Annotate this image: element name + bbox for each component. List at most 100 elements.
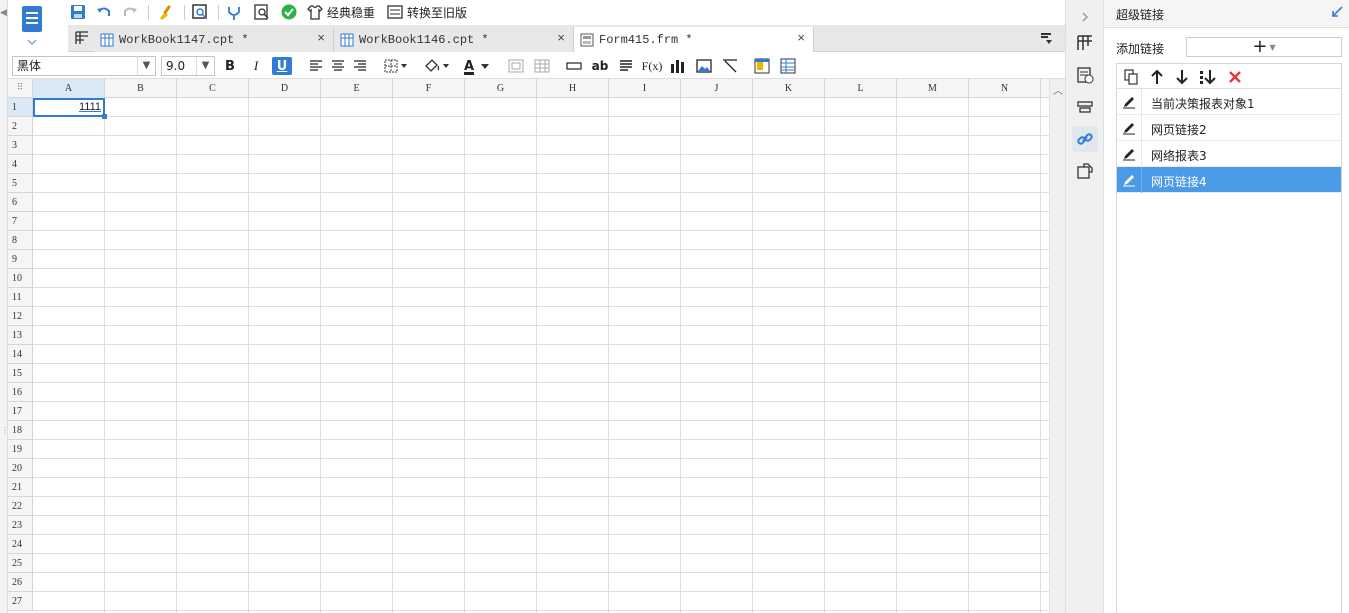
text-field-button[interactable]	[564, 57, 584, 75]
row-header[interactable]: 20	[8, 459, 33, 478]
border-button[interactable]	[382, 57, 412, 75]
row-header[interactable]: 27	[8, 592, 33, 611]
save-button[interactable]	[68, 3, 88, 21]
cell-attribute-icon[interactable]	[1072, 62, 1098, 88]
select-all-corner[interactable]: ⠿	[8, 79, 33, 98]
align-left-button[interactable]	[306, 57, 326, 75]
row-header[interactable]: 25	[8, 554, 33, 573]
convert-old-button[interactable]: 转换至旧版	[386, 3, 476, 21]
column-header[interactable]: A	[33, 79, 105, 98]
merge-cells-button[interactable]	[506, 57, 526, 75]
column-header[interactable]: N	[969, 79, 1041, 98]
cell-element-icon[interactable]	[72, 29, 92, 47]
row-header[interactable]: 16	[8, 383, 33, 402]
paragraph-button[interactable]	[616, 57, 636, 75]
row-header[interactable]: 26	[8, 573, 33, 592]
plugin-button[interactable]	[224, 3, 244, 21]
column-header[interactable]: M	[897, 79, 969, 98]
row-header[interactable]: 21	[8, 478, 33, 497]
collapse-left-icon[interactable]: ◀	[0, 8, 7, 18]
format-painter-button[interactable]	[156, 3, 176, 21]
condition-attribute-icon[interactable]	[1072, 158, 1098, 184]
cell-element-icon[interactable]	[1072, 30, 1098, 56]
move-down-icon[interactable]	[1172, 67, 1192, 87]
scroll-up-icon[interactable]: ︿	[1053, 82, 1063, 97]
row-header[interactable]: 5	[8, 174, 33, 193]
vertical-scrollbar[interactable]: ︿	[1049, 79, 1065, 613]
add-link-dropdown[interactable]: + ▼	[1186, 37, 1342, 57]
align-center-button[interactable]	[328, 57, 348, 75]
align-right-button[interactable]	[350, 57, 370, 75]
italic-button[interactable]: I	[246, 57, 266, 75]
sort-icon[interactable]	[1198, 67, 1218, 87]
check-icon[interactable]	[279, 3, 299, 21]
close-icon[interactable]: ×	[797, 31, 805, 46]
row-header[interactable]: 13	[8, 326, 33, 345]
hyperlink-list-item[interactable]: 当前决策报表对象1	[1117, 89, 1341, 115]
row-header[interactable]: 2	[8, 117, 33, 136]
font-family-select[interactable]: 黑体 ▼	[12, 56, 156, 76]
column-header[interactable]: F	[393, 79, 465, 98]
row-header[interactable]: 22	[8, 497, 33, 516]
close-icon[interactable]: ×	[557, 31, 565, 46]
tab-workbook1147[interactable]: WorkBook1147.cpt * ×	[94, 27, 334, 52]
pencil-icon[interactable]	[1117, 167, 1142, 193]
fill-handle[interactable]	[102, 114, 107, 119]
copy-icon[interactable]	[1121, 67, 1141, 87]
spreadsheet-grid[interactable]: ⠿ ABCDEFGHIJKLMN 1 2 3 4 5 6 7 8 9 10 11 12 13 14 15 16…	[8, 79, 1049, 613]
row-header[interactable]: 11	[8, 288, 33, 307]
pencil-icon[interactable]	[1117, 141, 1142, 167]
row-header[interactable]: 24	[8, 535, 33, 554]
column-header[interactable]: G	[465, 79, 537, 98]
cell-area[interactable]	[33, 98, 1049, 613]
row-header[interactable]: 4	[8, 155, 33, 174]
formula-button[interactable]: F(x)	[640, 57, 664, 75]
unmerge-cells-button[interactable]	[532, 57, 552, 75]
pencil-icon[interactable]	[1117, 115, 1142, 141]
row-header[interactable]: 9	[8, 250, 33, 269]
column-header[interactable]: B	[105, 79, 177, 98]
column-header[interactable]: I	[609, 79, 681, 98]
collapse-panel-icon[interactable]	[1330, 5, 1344, 22]
row-header[interactable]: 8	[8, 231, 33, 250]
underline-button[interactable]: U	[272, 57, 292, 75]
column-header[interactable]: C	[177, 79, 249, 98]
delete-icon[interactable]	[1225, 67, 1245, 87]
hyperlink-icon[interactable]	[1072, 126, 1098, 152]
row-header[interactable]: 1	[8, 98, 33, 117]
row-header[interactable]: 18	[8, 421, 33, 440]
chart-insert-button[interactable]	[668, 57, 688, 75]
row-header[interactable]: 17	[8, 402, 33, 421]
row-header[interactable]: 10	[8, 269, 33, 288]
row-header[interactable]: 23	[8, 516, 33, 535]
column-header[interactable]: H	[537, 79, 609, 98]
row-header[interactable]: 6	[8, 193, 33, 212]
classic-style-button[interactable]: 经典稳重	[306, 3, 382, 21]
left-collapse-gutter[interactable]: ◀ ⋮	[0, 0, 9, 613]
column-header[interactable]: K	[753, 79, 825, 98]
column-header[interactable]: L	[825, 79, 897, 98]
tab-workbook1146[interactable]: WorkBook1146.cpt * ×	[334, 27, 574, 52]
close-icon[interactable]: ×	[317, 31, 325, 46]
hyperlink-list-item[interactable]: 网页链接4	[1117, 167, 1341, 193]
preview-button[interactable]	[190, 3, 210, 21]
bold-button[interactable]: B	[220, 57, 240, 75]
column-header[interactable]: E	[321, 79, 393, 98]
image-insert-button[interactable]	[694, 57, 714, 75]
hyperlink-list-item[interactable]: 网页链接2	[1117, 115, 1341, 141]
font-color-button[interactable]: A	[460, 57, 494, 75]
tab-form415[interactable]: Form415.frm * ×	[574, 27, 814, 52]
app-menu-icon[interactable]	[18, 4, 48, 48]
row-header[interactable]: 19	[8, 440, 33, 459]
search-preview-icon[interactable]	[252, 3, 272, 21]
column-header[interactable]: D	[249, 79, 321, 98]
row-header[interactable]: 14	[8, 345, 33, 364]
hyperlink-list-item[interactable]: 网络报表3	[1117, 141, 1341, 167]
selected-cell-a1[interactable]: 1111	[33, 98, 107, 119]
tab-list-menu-icon[interactable]	[1036, 29, 1056, 47]
fill-color-button[interactable]	[422, 57, 452, 75]
row-header[interactable]: 7	[8, 212, 33, 231]
expand-right-icon[interactable]	[1072, 4, 1098, 30]
column-header[interactable]: J	[681, 79, 753, 98]
text-tool-button[interactable]: ab	[590, 57, 610, 75]
